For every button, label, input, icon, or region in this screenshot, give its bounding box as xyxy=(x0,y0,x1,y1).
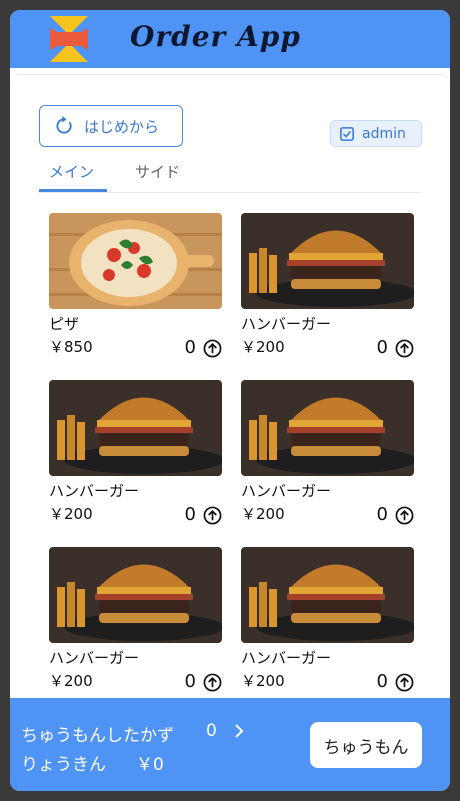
burger-image xyxy=(241,380,414,476)
item-price: ￥200 xyxy=(241,672,285,690)
refresh-icon xyxy=(56,116,72,134)
item-quantity: 0 xyxy=(184,504,196,525)
item-price: ￥200 xyxy=(49,505,93,523)
menu-card[interactable]: ピザ ￥850 0 xyxy=(49,213,222,363)
app-frame: Order App はじめから admin メイン サイド ピザ ￥850 0 … xyxy=(10,10,450,791)
chevron-right-icon[interactable] xyxy=(232,722,246,740)
admin-toggle[interactable]: admin xyxy=(330,120,422,147)
order-button[interactable]: ちゅうもん xyxy=(310,722,422,768)
arrow-up-circle-icon[interactable] xyxy=(203,339,222,358)
item-name: ハンバーガー xyxy=(49,482,140,500)
checkbox-icon xyxy=(340,126,354,141)
item-name: ハンバーガー xyxy=(241,649,332,667)
arrow-up-circle-icon[interactable] xyxy=(395,339,414,358)
app-header: Order App xyxy=(10,10,450,68)
tab-main[interactable]: メイン xyxy=(49,161,94,182)
main-panel: はじめから admin メイン サイド ピザ ￥850 0 ハンバーガー ￥20… xyxy=(10,74,450,700)
item-price: ￥200 xyxy=(49,672,93,690)
arrow-up-circle-icon[interactable] xyxy=(203,673,222,692)
item-name: ハンバーガー xyxy=(241,482,332,500)
category-tabs: メイン サイド xyxy=(39,155,422,193)
tab-indicator xyxy=(39,189,107,192)
menu-card[interactable]: ハンバーガー ￥200 0 xyxy=(241,380,414,530)
menu-card[interactable]: ハンバーガー ￥200 0 xyxy=(241,547,414,697)
restart-button[interactable]: はじめから xyxy=(39,105,183,147)
item-quantity: 0 xyxy=(184,337,196,358)
app-title: Order App xyxy=(130,20,301,53)
burger-image xyxy=(49,380,222,476)
item-name: ハンバーガー xyxy=(49,649,140,667)
order-count-label: ちゅうもんしたかず xyxy=(21,726,174,746)
item-name: ピザ xyxy=(49,315,80,333)
item-price: ￥200 xyxy=(241,338,285,356)
burger-image xyxy=(241,213,414,309)
item-quantity: 0 xyxy=(184,671,196,692)
total-label: りょうきん xyxy=(21,755,106,775)
order-count-value: 0 xyxy=(206,721,217,741)
item-quantity: 0 xyxy=(376,337,388,358)
item-price: ￥850 xyxy=(49,338,93,356)
tab-side[interactable]: サイド xyxy=(135,161,180,182)
admin-label: admin xyxy=(362,125,406,142)
menu-card[interactable]: ハンバーガー ￥200 0 xyxy=(49,380,222,530)
item-name: ハンバーガー xyxy=(241,315,332,333)
item-price: ￥200 xyxy=(241,505,285,523)
arrow-up-circle-icon[interactable] xyxy=(395,506,414,525)
app-logo-icon xyxy=(50,16,88,62)
pizza-image xyxy=(49,213,222,309)
burger-image xyxy=(49,547,222,643)
menu-card[interactable]: ハンバーガー ￥200 0 xyxy=(49,547,222,697)
order-summary-bar: ちゅうもんしたかず 0 りょうきん ￥0 ちゅうもん xyxy=(10,698,450,791)
burger-image xyxy=(241,547,414,643)
item-quantity: 0 xyxy=(376,504,388,525)
item-quantity: 0 xyxy=(376,671,388,692)
total-value: ￥0 xyxy=(136,755,164,775)
arrow-up-circle-icon[interactable] xyxy=(395,673,414,692)
arrow-up-circle-icon[interactable] xyxy=(203,506,222,525)
menu-card[interactable]: ハンバーガー ￥200 0 xyxy=(241,213,414,363)
restart-label: はじめから xyxy=(84,117,160,136)
